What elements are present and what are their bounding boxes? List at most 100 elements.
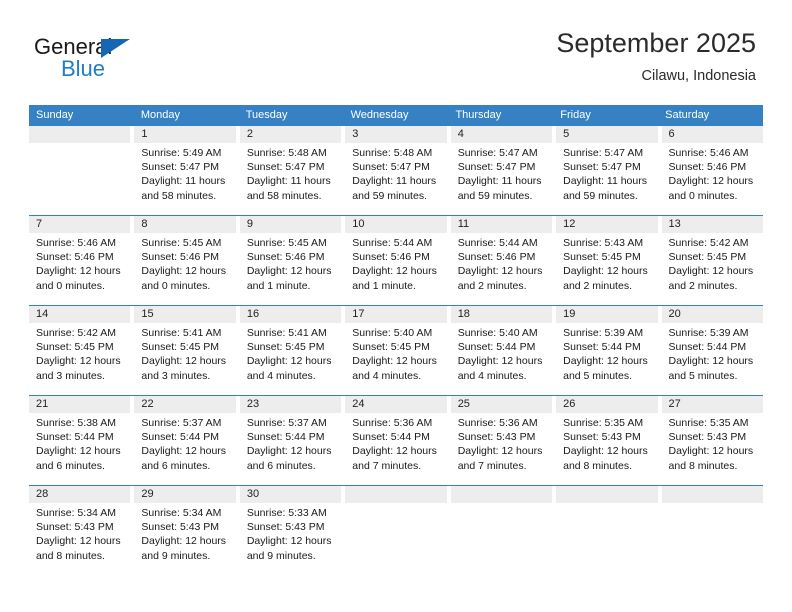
sunset-text: Sunset: 5:43 PM bbox=[246, 521, 325, 534]
daylight-text-line2: and 0 minutes. bbox=[141, 279, 211, 292]
calendar-week-row: 21 Sunrise: 5:38 AM Sunset: 5:44 PM Dayl… bbox=[29, 395, 763, 485]
calendar-day-cell[interactable]: 26 Sunrise: 5:35 AM Sunset: 5:43 PM Dayl… bbox=[556, 396, 658, 485]
daylight-text-line2: and 8 minutes. bbox=[36, 549, 105, 562]
daylight-text-line2: and 2 minutes. bbox=[457, 279, 527, 292]
day-details bbox=[451, 503, 552, 506]
weekday-header-friday: Friday bbox=[560, 109, 591, 121]
calendar-day-cell[interactable] bbox=[345, 486, 447, 575]
day-number: 25 bbox=[450, 396, 553, 413]
day-details: Sunrise: 5:45 AM Sunset: 5:46 PM Dayligh… bbox=[134, 233, 235, 293]
daylight-text-line1: Daylight: 12 hours bbox=[36, 445, 121, 458]
calendar-day-cell[interactable]: 11 Sunrise: 5:44 AM Sunset: 5:46 PM Dayl… bbox=[450, 216, 553, 305]
day-number: 17 bbox=[345, 306, 447, 323]
calendar-week-row: 28 Sunrise: 5:34 AM Sunset: 5:43 PM Dayl… bbox=[29, 485, 763, 575]
daylight-text-line2: and 3 minutes. bbox=[141, 369, 211, 382]
day-details: Sunrise: 5:42 AM Sunset: 5:45 PM Dayligh… bbox=[662, 233, 763, 293]
day-number: 10 bbox=[345, 216, 447, 233]
calendar-day-cell[interactable]: 6 Sunrise: 5:46 AM Sunset: 5:46 PM Dayli… bbox=[661, 126, 763, 215]
calendar-day-cell[interactable]: 18 Sunrise: 5:40 AM Sunset: 5:44 PM Dayl… bbox=[450, 306, 553, 395]
day-details: Sunrise: 5:47 AM Sunset: 5:47 PM Dayligh… bbox=[451, 143, 552, 203]
calendar-week-row: 7 Sunrise: 5:46 AM Sunset: 5:46 PM Dayli… bbox=[29, 215, 763, 305]
calendar-day-cell[interactable]: 24 Sunrise: 5:36 AM Sunset: 5:44 PM Dayl… bbox=[345, 396, 447, 485]
calendar-day-cell[interactable]: 12 Sunrise: 5:43 AM Sunset: 5:45 PM Dayl… bbox=[556, 216, 658, 305]
calendar-day-cell[interactable]: 29 Sunrise: 5:34 AM Sunset: 5:43 PM Dayl… bbox=[134, 486, 236, 575]
day-details: Sunrise: 5:46 AM Sunset: 5:46 PM Dayligh… bbox=[29, 233, 130, 293]
day-number: 13 bbox=[661, 216, 763, 233]
calendar-day-cell[interactable]: 20 Sunrise: 5:39 AM Sunset: 5:44 PM Dayl… bbox=[661, 306, 763, 395]
sunset-text: Sunset: 5:43 PM bbox=[36, 521, 114, 534]
calendar-day-cell[interactable]: 28 Sunrise: 5:34 AM Sunset: 5:43 PM Dayl… bbox=[29, 486, 131, 575]
day-details: Sunrise: 5:45 AM Sunset: 5:46 PM Dayligh… bbox=[240, 233, 341, 293]
day-details: Sunrise: 5:48 AM Sunset: 5:47 PM Dayligh… bbox=[240, 143, 341, 203]
sunrise-text: Sunrise: 5:34 AM bbox=[141, 507, 222, 519]
day-number bbox=[29, 126, 131, 143]
daylight-text-line1: Daylight: 12 hours bbox=[457, 445, 543, 458]
sunrise-text: Sunrise: 5:45 AM bbox=[141, 237, 222, 249]
day-number: 29 bbox=[134, 486, 236, 503]
sunrise-text: Sunrise: 5:36 AM bbox=[457, 417, 538, 429]
calendar-day-cell[interactable]: 9 Sunrise: 5:45 AM Sunset: 5:46 PM Dayli… bbox=[239, 216, 342, 305]
daylight-text-line1: Daylight: 12 hours bbox=[668, 355, 754, 368]
calendar-day-cell[interactable]: 4 Sunrise: 5:47 AM Sunset: 5:47 PM Dayli… bbox=[450, 126, 553, 215]
daylight-text-line1: Daylight: 12 hours bbox=[668, 265, 754, 278]
sunset-text: Sunset: 5:43 PM bbox=[563, 431, 641, 444]
daylight-text-line2: and 9 minutes. bbox=[246, 549, 316, 562]
calendar-day-cell[interactable] bbox=[556, 486, 658, 575]
day-number: 4 bbox=[450, 126, 553, 143]
daylight-text-line2: and 58 minutes. bbox=[141, 189, 217, 202]
daylight-text-line2: and 4 minutes. bbox=[246, 369, 316, 382]
general-blue-logo[interactable]: General Blue bbox=[34, 34, 164, 84]
day-number: 7 bbox=[29, 216, 131, 233]
sunrise-text: Sunrise: 5:48 AM bbox=[246, 147, 327, 159]
day-details: Sunrise: 5:44 AM Sunset: 5:46 PM Dayligh… bbox=[345, 233, 446, 293]
sunset-text: Sunset: 5:46 PM bbox=[36, 251, 114, 264]
sunset-text: Sunset: 5:45 PM bbox=[563, 251, 641, 264]
calendar-day-cell[interactable]: 27 Sunrise: 5:35 AM Sunset: 5:43 PM Dayl… bbox=[661, 396, 763, 485]
daylight-text-line1: Daylight: 12 hours bbox=[352, 355, 437, 368]
calendar-day-cell[interactable] bbox=[661, 486, 763, 575]
calendar-day-cell[interactable]: 15 Sunrise: 5:41 AM Sunset: 5:45 PM Dayl… bbox=[134, 306, 236, 395]
daylight-text-line1: Daylight: 12 hours bbox=[141, 355, 227, 368]
calendar-day-cell[interactable]: 21 Sunrise: 5:38 AM Sunset: 5:44 PM Dayl… bbox=[29, 396, 131, 485]
weekday-header-sunday: Sunday bbox=[36, 109, 74, 121]
calendar-day-cell[interactable]: 25 Sunrise: 5:36 AM Sunset: 5:43 PM Dayl… bbox=[450, 396, 553, 485]
calendar-day-cell[interactable]: 22 Sunrise: 5:37 AM Sunset: 5:44 PM Dayl… bbox=[134, 396, 236, 485]
calendar-day-cell[interactable]: 10 Sunrise: 5:44 AM Sunset: 5:46 PM Dayl… bbox=[345, 216, 447, 305]
day-number: 1 bbox=[134, 126, 236, 143]
calendar-day-cell[interactable] bbox=[450, 486, 553, 575]
daylight-text-line1: Daylight: 12 hours bbox=[457, 265, 543, 278]
calendar-day-cell[interactable]: 1 Sunrise: 5:49 AM Sunset: 5:47 PM Dayli… bbox=[134, 126, 236, 215]
sunset-text: Sunset: 5:46 PM bbox=[668, 161, 747, 174]
daylight-text-line1: Daylight: 12 hours bbox=[141, 445, 227, 458]
daylight-text-line2: and 8 minutes. bbox=[668, 459, 738, 472]
calendar-day-cell[interactable]: 13 Sunrise: 5:42 AM Sunset: 5:45 PM Dayl… bbox=[661, 216, 763, 305]
calendar-day-cell[interactable]: 16 Sunrise: 5:41 AM Sunset: 5:45 PM Dayl… bbox=[239, 306, 342, 395]
day-number bbox=[556, 486, 658, 503]
calendar-day-cell[interactable]: 30 Sunrise: 5:33 AM Sunset: 5:43 PM Dayl… bbox=[239, 486, 342, 575]
logo-text-blue: Blue bbox=[61, 56, 106, 81]
daylight-text-line2: and 8 minutes. bbox=[563, 459, 632, 472]
calendar-day-cell[interactable]: 14 Sunrise: 5:42 AM Sunset: 5:45 PM Dayl… bbox=[29, 306, 131, 395]
page-subtitle-location: Cilawu, Indonesia bbox=[641, 68, 756, 84]
day-details: Sunrise: 5:37 AM Sunset: 5:44 PM Dayligh… bbox=[240, 413, 341, 473]
calendar-day-cell[interactable]: 7 Sunrise: 5:46 AM Sunset: 5:46 PM Dayli… bbox=[29, 216, 131, 305]
daylight-text-line2: and 2 minutes. bbox=[563, 279, 632, 292]
calendar-day-cell[interactable] bbox=[29, 126, 131, 215]
calendar-day-cell[interactable]: 17 Sunrise: 5:40 AM Sunset: 5:45 PM Dayl… bbox=[345, 306, 447, 395]
calendar-day-cell[interactable]: 19 Sunrise: 5:39 AM Sunset: 5:44 PM Dayl… bbox=[556, 306, 658, 395]
sunset-text: Sunset: 5:44 PM bbox=[352, 431, 430, 444]
calendar-day-cell[interactable]: 5 Sunrise: 5:47 AM Sunset: 5:47 PM Dayli… bbox=[556, 126, 658, 215]
sunrise-text: Sunrise: 5:39 AM bbox=[668, 327, 749, 339]
calendar-day-cell[interactable]: 23 Sunrise: 5:37 AM Sunset: 5:44 PM Dayl… bbox=[239, 396, 342, 485]
calendar-grid: Sunday Monday Tuesday Wednesday Thursday… bbox=[29, 105, 763, 575]
daylight-text-line2: and 2 minutes. bbox=[668, 279, 738, 292]
sunset-text: Sunset: 5:44 PM bbox=[563, 341, 641, 354]
daylight-text-line1: Daylight: 12 hours bbox=[246, 265, 332, 278]
day-details: Sunrise: 5:35 AM Sunset: 5:43 PM Dayligh… bbox=[556, 413, 657, 473]
daylight-text-line2: and 9 minutes. bbox=[141, 549, 211, 562]
calendar-day-cell[interactable]: 2 Sunrise: 5:48 AM Sunset: 5:47 PM Dayli… bbox=[239, 126, 342, 215]
sunset-text: Sunset: 5:47 PM bbox=[141, 161, 220, 174]
calendar-day-cell[interactable]: 3 Sunrise: 5:48 AM Sunset: 5:47 PM Dayli… bbox=[345, 126, 447, 215]
calendar-day-cell[interactable]: 8 Sunrise: 5:45 AM Sunset: 5:46 PM Dayli… bbox=[134, 216, 236, 305]
daylight-text-line2: and 1 minute. bbox=[352, 279, 416, 292]
